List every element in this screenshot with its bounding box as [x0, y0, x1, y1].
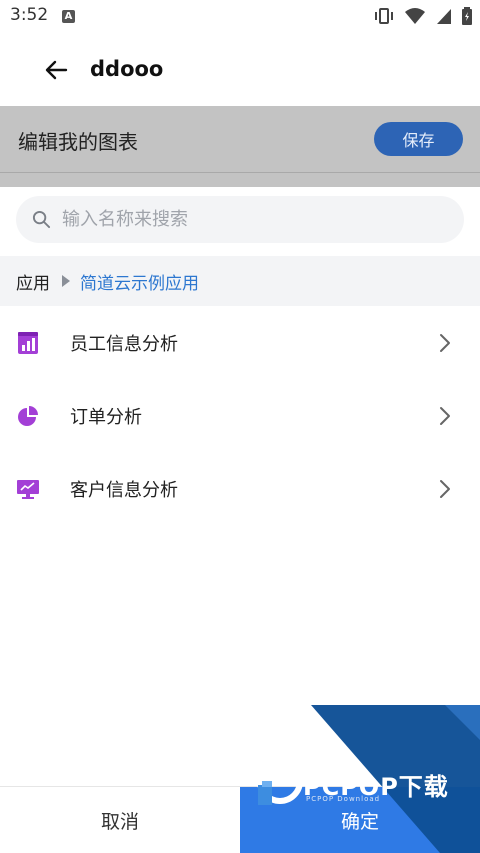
breadcrumb-root[interactable]: 应用: [16, 269, 50, 294]
search-input[interactable]: [62, 196, 452, 243]
breadcrumb-current[interactable]: 简道云示例应用: [80, 269, 199, 294]
list-item[interactable]: 客户信息分析: [0, 452, 480, 525]
list-item[interactable]: 员工信息分析: [0, 306, 480, 379]
back-arrow-icon: [45, 60, 68, 80]
edit-chart-title: 编辑我的图表: [18, 130, 138, 154]
pie-chart-icon: [18, 406, 38, 426]
app-bar: ddooo: [0, 32, 480, 106]
chevron-right-icon: [440, 334, 450, 352]
page-title: ddooo: [90, 57, 164, 81]
search-icon: [32, 210, 51, 229]
notification-app-icon: A: [62, 10, 75, 23]
cell-signal-icon: [437, 9, 451, 24]
edit-chart-header: 编辑我的图表 保存: [0, 106, 480, 187]
list-item[interactable]: 订单分析: [0, 379, 480, 452]
chart-list: 员工信息分析 订单分析 客户信息分析: [0, 306, 480, 525]
vibrate-icon: [375, 8, 393, 24]
chevron-right-icon: [440, 480, 450, 498]
status-time: 3:52: [10, 5, 49, 25]
bar-chart-icon: [18, 332, 38, 354]
list-item-label: 客户信息分析: [70, 480, 178, 501]
list-item-label: 员工信息分析: [70, 334, 178, 355]
search-bar: [16, 196, 464, 243]
monitor-chart-icon: [17, 480, 39, 499]
battery-icon: [462, 7, 472, 25]
breadcrumb-separator-icon: [62, 275, 70, 287]
status-bar: 3:52 A: [0, 0, 480, 32]
cancel-button[interactable]: 取消: [0, 787, 240, 853]
save-button[interactable]: 保存: [374, 122, 463, 156]
watermark-subtext: PCPOP Download: [306, 795, 381, 803]
wifi-icon: [405, 8, 425, 24]
back-button[interactable]: [40, 54, 72, 86]
breadcrumb: 应用 简道云示例应用: [0, 256, 480, 306]
list-item-label: 订单分析: [70, 407, 142, 428]
chevron-right-icon: [440, 407, 450, 425]
status-icons: [374, 7, 472, 25]
header-divider: [0, 172, 480, 173]
